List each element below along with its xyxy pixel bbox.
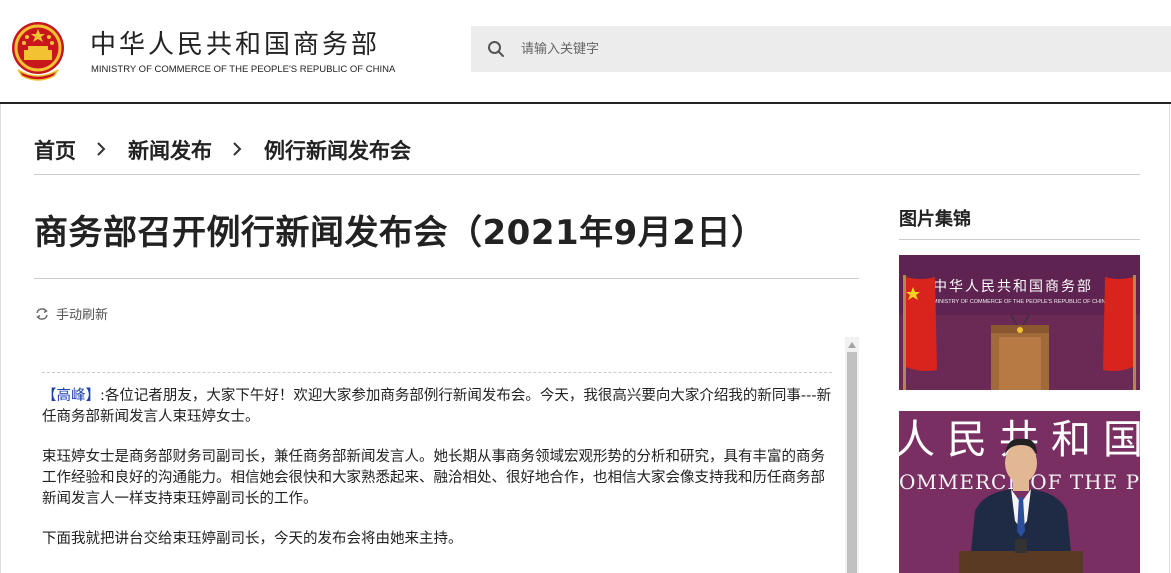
refresh-icon xyxy=(36,307,48,320)
banner-text-cn: 中华人民共和国商务部 xyxy=(933,279,1093,295)
chevron-right-icon xyxy=(232,138,242,163)
ministry-name-en[interactable]: MINISTRY OF COMMERCE OF THE PEOPLE'S REP… xyxy=(91,64,395,75)
scroll-up-arrow-icon[interactable] xyxy=(848,342,856,348)
chevron-right-icon xyxy=(96,138,106,163)
press-room-image: 中华人民共和国商务部 MINISTRY OF COMMERCE OF THE P… xyxy=(899,255,1140,390)
spokesperson-image: 人民共和国 OMMERCE OF THE PEOPLE xyxy=(899,411,1140,573)
page-title: 商务部召开例行新闻发布会（2021年9月2日） xyxy=(34,213,766,253)
site-header: 中华人民共和国商务部 MINISTRY OF COMMERCE OF THE P… xyxy=(0,0,1171,104)
gallery-photo[interactable]: 人民共和国 OMMERCE OF THE PEOPLE xyxy=(899,411,1140,573)
content-frame-right xyxy=(1169,104,1170,573)
national-emblem-icon[interactable] xyxy=(10,20,66,82)
speaker-text: :各位记者朋友，大家下午好！欢迎大家参加商务部例行新闻发布会。今天，我很高兴要向… xyxy=(42,388,832,425)
divider xyxy=(899,239,1140,240)
search-icon[interactable] xyxy=(487,40,505,58)
refresh-label: 手动刷新 xyxy=(56,308,109,323)
breadcrumb: 首页 新闻发布 例行新闻发布会 xyxy=(34,136,411,164)
scrollbar[interactable] xyxy=(845,337,859,573)
divider xyxy=(34,174,1140,175)
transcript-paragraph: 束珏婷女士是商务部财务司副司长，兼任商务部新闻发言人。她长期从事商务领域宏观形势… xyxy=(42,449,825,507)
sidebar-title: 图片集锦 xyxy=(899,209,971,230)
transcript-paragraph: 下面我就把讲台交给束珏婷副司长，今天的发布会将由她来主持。 xyxy=(42,531,463,547)
gallery-photo[interactable]: 中华人民共和国商务部 MINISTRY OF COMMERCE OF THE P… xyxy=(899,255,1140,390)
banner-text-en: MINISTRY OF COMMERCE OF THE PEOPLE'S REP… xyxy=(933,299,1109,305)
transcript-content: 【高峰】:各位记者朋友，大家下午好！欢迎大家参加商务部例行新闻发布会。今天，我很… xyxy=(42,372,832,550)
speaker-name: 【高峰】 xyxy=(42,388,100,404)
search-input[interactable] xyxy=(521,38,1121,60)
ministry-name-cn[interactable]: 中华人民共和国商务部 xyxy=(90,24,380,61)
refresh-button[interactable]: 手动刷新 xyxy=(34,304,108,323)
breadcrumb-news[interactable]: 新闻发布 xyxy=(128,135,212,165)
breadcrumb-home[interactable]: 首页 xyxy=(34,135,76,165)
breadcrumb-press-conference[interactable]: 例行新闻发布会 xyxy=(264,135,411,165)
transcript-entry: 【高峰】:各位记者朋友，大家下午好！欢迎大家参加商务部例行新闻发布会。今天，我很… xyxy=(42,373,832,428)
divider xyxy=(34,278,859,279)
live-transcript[interactable]: 【高峰】:各位记者朋友，大家下午好！欢迎大家参加商务部例行新闻发布会。今天，我很… xyxy=(34,337,859,573)
search-bar xyxy=(471,26,1171,72)
content-frame-left xyxy=(0,104,1,573)
scroll-thumb[interactable] xyxy=(847,352,857,573)
